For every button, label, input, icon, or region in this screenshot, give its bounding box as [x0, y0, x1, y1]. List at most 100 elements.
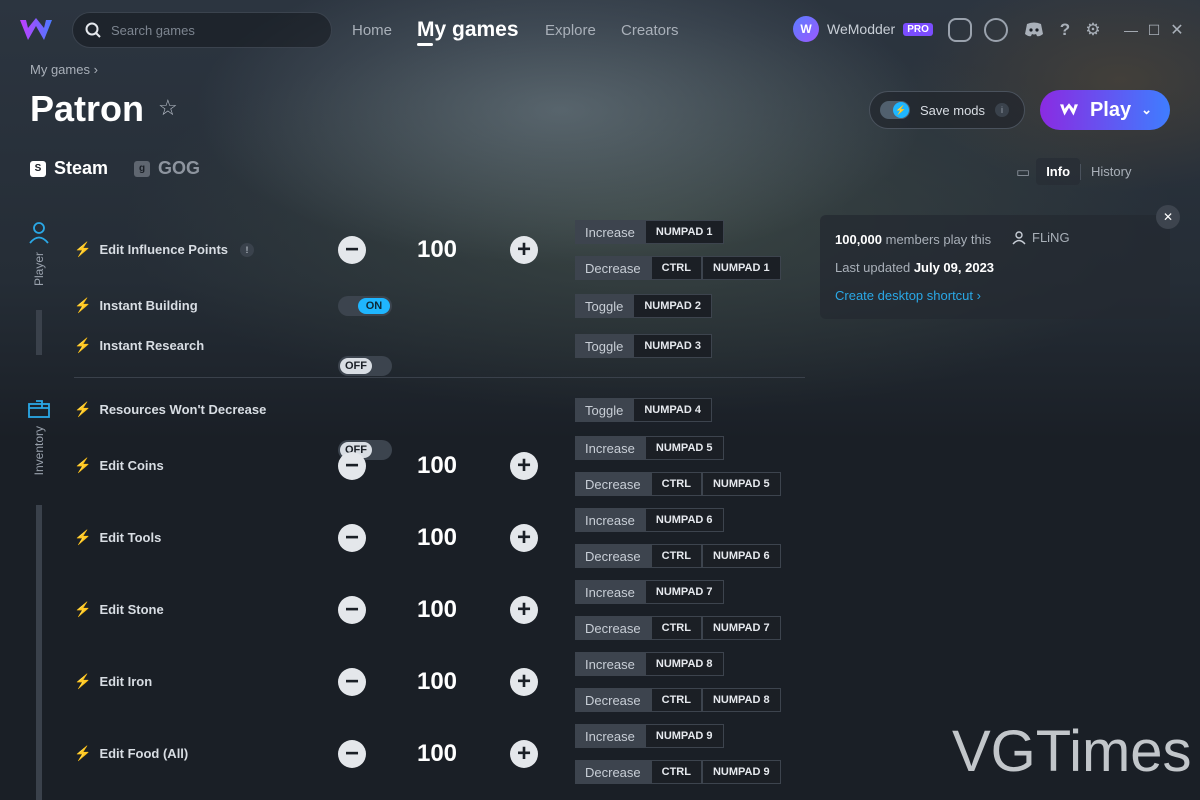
info-icon[interactable]: ! — [240, 242, 255, 257]
hotkey-key[interactable]: NUMPAD 3 — [633, 334, 712, 358]
platform-gog[interactable]: GOG — [158, 158, 200, 179]
mod-value[interactable]: 100 — [407, 596, 467, 624]
author-name[interactable]: FLiNG — [1032, 230, 1070, 245]
mod-value[interactable]: 100 — [407, 524, 467, 552]
mod-value[interactable]: 100 — [407, 668, 467, 696]
nav-creators[interactable]: Creators — [621, 0, 679, 60]
increase-button[interactable]: + — [510, 668, 538, 696]
increase-button[interactable]: + — [510, 596, 538, 624]
category-inventory[interactable]: Inventory — [28, 400, 50, 475]
increase-button[interactable]: + — [510, 524, 538, 552]
platform-steam[interactable]: Steam — [54, 158, 108, 179]
hotkey-key[interactable]: NUMPAD 7 — [701, 616, 781, 640]
hotkey-key[interactable]: CTRL — [650, 688, 702, 712]
save-mods-button[interactable]: ⚡ Save mods i — [869, 91, 1025, 129]
hotkey-row[interactable]: Increase NUMPAD 8 — [575, 652, 724, 676]
hotkey-row[interactable]: Toggle NUMPAD 3 — [575, 334, 712, 358]
controller-icon[interactable] — [948, 18, 972, 42]
hotkey-key[interactable]: NUMPAD 5 — [701, 472, 781, 496]
breadcrumb[interactable]: My games › — [30, 62, 98, 77]
play-button[interactable]: Play ⌄ — [1040, 90, 1170, 130]
hotkey-key[interactable]: NUMPAD 9 — [644, 724, 724, 748]
hotkey-row[interactable]: Increase NUMPAD 6 — [575, 508, 724, 532]
tab-info[interactable]: Info — [1036, 158, 1081, 185]
info-icon[interactable]: i — [995, 103, 1010, 117]
account-menu[interactable]: W WeModder PRO — [793, 16, 933, 42]
close-card-button[interactable]: ✕ — [1156, 205, 1180, 229]
hotkey-row[interactable]: Decrease CTRL NUMPAD 5 — [575, 472, 781, 496]
minimize-icon[interactable]: — — [1119, 18, 1143, 42]
decrease-button[interactable]: − — [338, 236, 366, 264]
decrease-button[interactable]: − — [338, 596, 366, 624]
hotkey-key[interactable]: NUMPAD 6 — [701, 544, 781, 568]
mod-toggle[interactable]: OFF — [338, 356, 392, 376]
wemod-logo[interactable] — [18, 14, 54, 46]
hotkey-row[interactable]: Increase NUMPAD 5 — [575, 436, 724, 460]
increase-button[interactable]: + — [510, 452, 538, 480]
search-bar[interactable] — [72, 12, 332, 48]
decrease-button[interactable]: − — [338, 524, 366, 552]
hotkey-row[interactable]: Decrease CTRL NUMPAD 9 — [575, 760, 781, 784]
hotkey-row[interactable]: Toggle NUMPAD 4 — [575, 398, 712, 422]
mod-value[interactable]: 100 — [407, 740, 467, 768]
hotkey-key[interactable]: CTRL — [650, 616, 702, 640]
hotkey-key[interactable]: NUMPAD 9 — [701, 760, 781, 784]
chat-icon[interactable]: ▭ — [1016, 163, 1030, 181]
hotkey-action: Increase — [575, 724, 645, 748]
help-icon[interactable]: ? — [1053, 18, 1077, 42]
overlay-icon[interactable] — [984, 18, 1008, 42]
hotkey-key[interactable]: NUMPAD 7 — [644, 580, 724, 604]
hotkey-key[interactable]: NUMPAD 6 — [644, 508, 724, 532]
hotkey-key[interactable]: CTRL — [650, 472, 702, 496]
hotkey-action: Increase — [575, 436, 645, 460]
hotkey-key[interactable]: NUMPAD 5 — [644, 436, 724, 460]
hotkey-key[interactable]: CTRL — [650, 544, 702, 568]
maximize-icon[interactable]: ☐ — [1142, 18, 1166, 42]
mod-row: ⚡ Instant Research — [74, 337, 204, 354]
hotkey-row[interactable]: Decrease CTRL NUMPAD 8 — [575, 688, 781, 712]
increase-button[interactable]: + — [510, 236, 538, 264]
hotkey-row[interactable]: Decrease CTRL NUMPAD 7 — [575, 616, 781, 640]
nav-explore[interactable]: Explore — [545, 0, 596, 60]
mod-value[interactable]: 100 — [407, 236, 467, 264]
hotkey-row[interactable]: Increase NUMPAD 7 — [575, 580, 724, 604]
hotkey-key[interactable]: NUMPAD 4 — [633, 398, 712, 422]
decrease-button[interactable]: − — [338, 668, 366, 696]
breadcrumb-my-games[interactable]: My games — [30, 62, 90, 77]
mod-toggle[interactable]: ON — [338, 296, 392, 316]
hotkey-row[interactable]: Increase NUMPAD 1 — [575, 220, 724, 244]
hotkey-row[interactable]: Toggle NUMPAD 2 — [575, 294, 712, 318]
hotkey-key[interactable]: NUMPAD 2 — [633, 294, 712, 318]
hotkey-row[interactable]: Decrease CTRL NUMPAD 1 — [575, 256, 781, 280]
mod-name: Instant Research — [99, 338, 205, 353]
hotkey-key[interactable]: NUMPAD 1 — [644, 220, 724, 244]
nav-home[interactable]: Home — [352, 0, 392, 60]
increase-button[interactable]: + — [510, 740, 538, 768]
hotkey-key[interactable]: CTRL — [650, 760, 702, 784]
hotkey-row[interactable]: Increase NUMPAD 9 — [575, 724, 724, 748]
mod-value[interactable]: 100 — [407, 452, 467, 480]
lightning-icon: ⚡ — [74, 241, 92, 257]
decrease-button[interactable]: − — [338, 740, 366, 768]
category-player[interactable]: Player — [28, 222, 50, 286]
favorite-star-icon[interactable]: ☆ — [158, 95, 178, 121]
hotkey-key[interactable]: NUMPAD 8 — [701, 688, 781, 712]
hotkey-action: Toggle — [575, 398, 634, 422]
hotkey-key[interactable]: NUMPAD 8 — [644, 652, 724, 676]
search-input[interactable] — [111, 22, 311, 38]
gear-icon[interactable]: ⚙ — [1081, 18, 1105, 42]
mod-name: Edit Influence Points — [99, 242, 229, 257]
chevron-down-icon[interactable]: ⌄ — [1141, 102, 1152, 118]
mod-row: ⚡ Edit Influence Points! — [74, 241, 255, 258]
desktop-shortcut-link[interactable]: Create desktop shortcut › — [835, 288, 981, 303]
save-mods-toggle[interactable]: ⚡ — [880, 101, 910, 119]
close-window-icon[interactable]: ✕ — [1165, 18, 1189, 42]
decrease-button[interactable]: − — [338, 452, 366, 480]
tab-history[interactable]: History — [1081, 158, 1141, 185]
nav-my-games[interactable]: My games — [417, 0, 519, 60]
discord-icon[interactable] — [1022, 18, 1046, 42]
hotkey-key[interactable]: NUMPAD 1 — [701, 256, 781, 280]
hotkey-key[interactable]: CTRL — [650, 256, 702, 280]
mod-name: Edit Iron — [99, 674, 153, 689]
hotkey-row[interactable]: Decrease CTRL NUMPAD 6 — [575, 544, 781, 568]
